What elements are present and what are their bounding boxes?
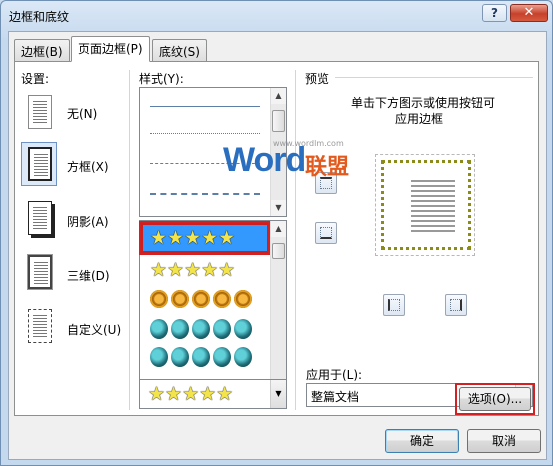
art-combo-value: ★★★★★ — [148, 381, 258, 407]
separator — [129, 70, 130, 410]
preview-hint-line1: 单击下方图示或使用按钮可 — [351, 96, 496, 110]
shadow-border-icon — [28, 201, 52, 235]
globe-icon — [213, 346, 231, 367]
globe-icon — [234, 318, 252, 339]
globe-icon — [171, 318, 189, 339]
cancel-button[interactable]: 取消 — [467, 429, 541, 453]
globe-icon — [171, 346, 189, 367]
scroll-up-icon[interactable]: ▲ — [271, 88, 286, 104]
globe-icon — [192, 346, 210, 367]
settings-heading: 设置: — [21, 72, 50, 86]
star-icon: ★★★★★ — [148, 383, 234, 405]
tab-shading[interactable]: 底纹(S) — [152, 39, 207, 61]
top-border-button[interactable] — [315, 172, 337, 194]
preview-rule — [335, 77, 533, 78]
art-combo[interactable]: ★★★★★ ▼ — [139, 379, 287, 409]
chevron-down-icon[interactable]: ▼ — [270, 380, 286, 408]
sun-icon — [213, 289, 231, 308]
help-button[interactable]: ? — [482, 4, 507, 22]
art-row-stars[interactable]: ★★★★★ — [150, 257, 260, 283]
apply-to-label: 应用于(L): — [306, 368, 363, 382]
close-button[interactable]: ✕ — [510, 4, 548, 22]
preview-hint-line2: 应用边框 — [395, 112, 444, 126]
title-bar: 边框和底纹 ? ✕ — [1, 1, 552, 31]
ok-button[interactable]: 确定 — [385, 429, 459, 453]
dialog-title: 边框和底纹 — [9, 10, 70, 24]
setting-custom[interactable] — [21, 304, 57, 348]
right-border-button[interactable] — [445, 294, 467, 316]
globe-icon — [192, 318, 210, 339]
style-heading: 样式(Y): — [139, 72, 184, 86]
style-dotted[interactable] — [150, 133, 260, 134]
tab-borders[interactable]: 边框(B) — [14, 39, 70, 61]
globe-icon — [150, 346, 168, 367]
box-border-icon — [28, 147, 52, 181]
tab-page-border[interactable]: 页面边框(P) — [71, 36, 150, 62]
sun-icon — [171, 289, 189, 308]
setting-box-label[interactable]: 方框(X) — [67, 158, 109, 175]
art-row-suns[interactable] — [150, 285, 260, 311]
apply-to-value: 整篇文档 — [311, 390, 360, 404]
scroll-thumb[interactable] — [272, 243, 285, 259]
setting-3d-label[interactable]: 三维(D) — [67, 267, 110, 284]
no-border-icon — [28, 95, 52, 129]
setting-custom-label[interactable]: 自定义(U) — [67, 321, 121, 338]
dialog-window: 边框和底纹 ? ✕ 边框(B) 页面边框(P) 底纹(S) 设置: 无(N) 方… — [0, 0, 553, 466]
style-dashed-large[interactable] — [150, 193, 260, 195]
left-border-icon — [388, 299, 400, 311]
setting-3d[interactable] — [21, 250, 57, 294]
globe-icon — [213, 318, 231, 339]
art-row-globes[interactable] — [150, 315, 260, 341]
line-style-list[interactable]: ▲ ▼ — [139, 87, 287, 217]
custom-border-icon — [28, 309, 52, 343]
art-row-globes-2[interactable] — [150, 343, 260, 369]
globe-icon — [234, 346, 252, 367]
style-scrollbar[interactable]: ▲ ▼ — [270, 88, 286, 216]
preview-text-lines — [411, 180, 455, 232]
bottom-border-button[interactable] — [315, 222, 337, 244]
sun-icon — [234, 289, 252, 308]
setting-none[interactable] — [21, 90, 57, 134]
highlight-options — [455, 383, 535, 415]
preview-heading: 预览 — [305, 72, 330, 86]
star-icon: ★★★★★ — [150, 259, 236, 281]
bottom-border-icon — [320, 227, 332, 239]
scroll-up-icon[interactable]: ▲ — [271, 221, 286, 237]
scroll-down-icon[interactable]: ▼ — [271, 200, 286, 216]
scroll-thumb[interactable] — [272, 110, 285, 132]
sun-icon — [150, 289, 168, 308]
setting-shadow[interactable] — [21, 196, 57, 240]
3d-border-icon — [27, 254, 53, 290]
setting-none-label[interactable]: 无(N) — [67, 105, 97, 122]
dialog-client-area: 边框(B) 页面边框(P) 底纹(S) 设置: 无(N) 方框(X) 阴影(A)… — [8, 31, 547, 460]
globe-icon — [150, 318, 168, 339]
style-solid[interactable] — [150, 106, 260, 107]
sun-icon — [192, 289, 210, 308]
highlight-art-row — [139, 221, 270, 255]
separator — [295, 70, 296, 410]
style-dashed-small[interactable] — [150, 163, 260, 164]
right-border-icon — [450, 299, 462, 311]
top-border-icon — [320, 177, 332, 189]
setting-box[interactable] — [21, 142, 57, 186]
left-border-button[interactable] — [383, 294, 405, 316]
setting-shadow-label[interactable]: 阴影(A) — [67, 213, 109, 230]
